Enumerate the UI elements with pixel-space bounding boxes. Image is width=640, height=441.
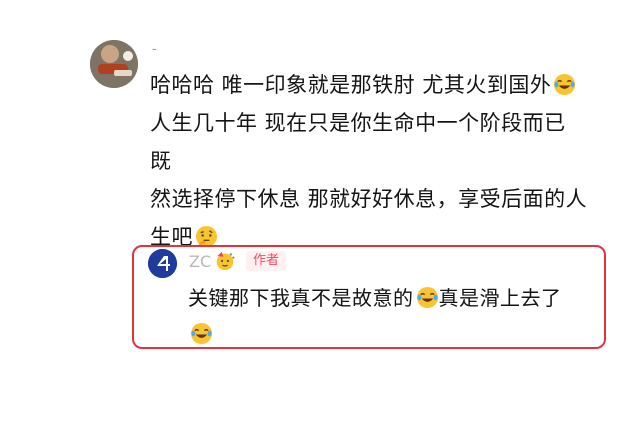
reply-username-row: ZC (189, 251, 235, 271)
partying-face-emoji-icon (215, 251, 235, 271)
comment-text: 哈哈哈 唯一印象就是那铁肘 尤其火到国外 人生几十年 现在只是你生命中一个阶段而… (150, 66, 590, 256)
rofl-emoji-icon (190, 322, 213, 345)
comment-meta-faded (150, 208, 600, 222)
reply-username[interactable]: ZC (189, 252, 211, 271)
reply-line-1-end: 真是滑上去了 (438, 286, 562, 310)
rofl-emoji-icon (416, 286, 439, 309)
commenter-username[interactable]: - (152, 42, 157, 57)
reply-text: 关键那下我真不是故意的 真是滑上去了 (188, 280, 598, 352)
commenter-avatar[interactable] (90, 40, 138, 88)
reply-avatar[interactable] (148, 249, 177, 278)
laughing-crying-emoji-icon (553, 73, 576, 96)
author-badge: 作者 (246, 251, 287, 271)
comment-line-1: 哈哈哈 唯一印象就是那铁肘 尤其火到国外 (150, 73, 552, 97)
comment-line-2: 人生几十年 现在只是你生命中一个阶段而已 既 (150, 111, 566, 173)
reply-line-1: 关键那下我真不是故意的 (188, 286, 414, 310)
